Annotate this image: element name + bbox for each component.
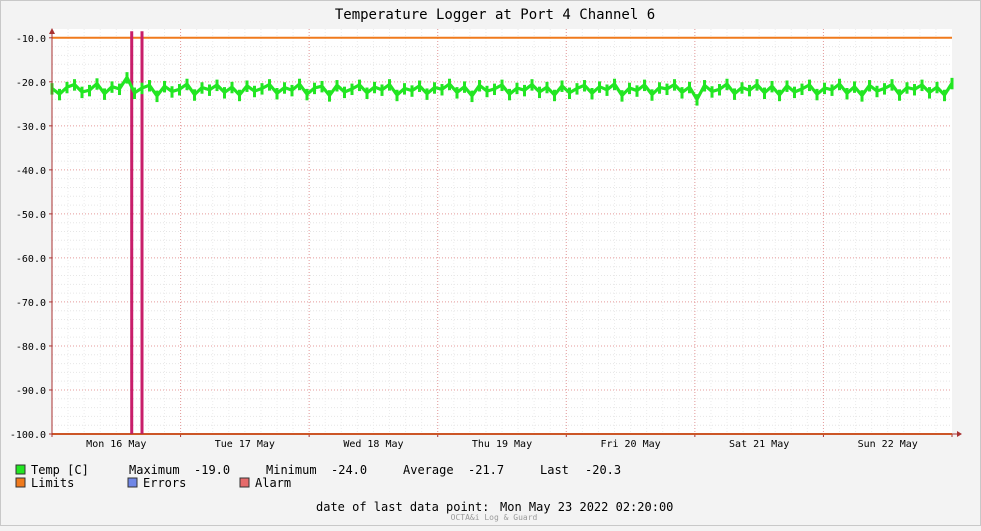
y-tick-labels: -10.0 -20.0 -30.0 -40.0 -50.0 -60.0 -70.0 -80.0… [10, 34, 52, 441]
legend-temp-label: Temp [C] [31, 463, 89, 477]
y-tick-label: -30.0 [16, 122, 46, 133]
y-tick-label: -50.0 [16, 210, 46, 221]
last-data-point-value: Mon May 23 2022 02:20:00 [500, 500, 673, 514]
legend-last-label: Last [540, 463, 569, 477]
chart-frame: Temperature Logger at Port 4 Channel 6 -… [0, 0, 981, 526]
y-tick-label: -20.0 [16, 78, 46, 89]
temperature-chart: Temperature Logger at Port 4 Channel 6 -… [10, 7, 962, 522]
legend-max-value: -19.0 [194, 463, 230, 477]
chart-title: Temperature Logger at Port 4 Channel 6 [335, 7, 655, 23]
legend-last-value: -20.3 [585, 463, 621, 477]
y-tick-label: -100.0 [10, 430, 46, 441]
x-tick-label: Tue 17 May [215, 439, 275, 450]
y-tick-label: -70.0 [16, 298, 46, 309]
credit-watermark: OCTA&i Log & Guard [451, 513, 538, 522]
legend-swatch-temp [15, 464, 26, 475]
y-tick-label: -80.0 [16, 342, 46, 353]
legend-swatch-alarm [239, 477, 250, 488]
legend-avg-value: -21.7 [468, 463, 504, 477]
last-data-point-label: date of last data point: [316, 500, 489, 514]
y-tick-label: -90.0 [16, 386, 46, 397]
y-tick-label: -10.0 [16, 34, 46, 45]
legend-swatch-limits [15, 477, 26, 488]
x-tick-labels: Mon 16 May Tue 17 May Wed 18 May Thu 19 May… [51, 434, 953, 450]
x-tick-label: Wed 18 May [343, 439, 403, 450]
x-tick-label: Sun 22 May [858, 439, 918, 450]
legend: Temp [C] Maximum -19.0 Minimum -24.0 Ave… [15, 463, 621, 490]
legend-alarm-label: Alarm [255, 476, 291, 490]
x-tick-label: Mon 16 May [86, 439, 146, 450]
legend-min-label: Minimum [266, 463, 317, 477]
x-tick-label: Thu 19 May [472, 439, 532, 450]
legend-errors-label: Errors [143, 476, 186, 490]
legend-min-value: -24.0 [331, 463, 367, 477]
legend-limits-label: Limits [31, 476, 74, 490]
legend-swatch-errors [127, 477, 138, 488]
legend-avg-label: Average [403, 463, 454, 477]
x-tick-label: Fri 20 May [600, 439, 660, 450]
x-axis-arrow [957, 431, 962, 437]
legend-max-label: Maximum [129, 463, 180, 477]
x-tick-label: Sat 21 May [729, 439, 789, 450]
y-tick-label: -40.0 [16, 166, 46, 177]
y-tick-label: -60.0 [16, 254, 46, 265]
